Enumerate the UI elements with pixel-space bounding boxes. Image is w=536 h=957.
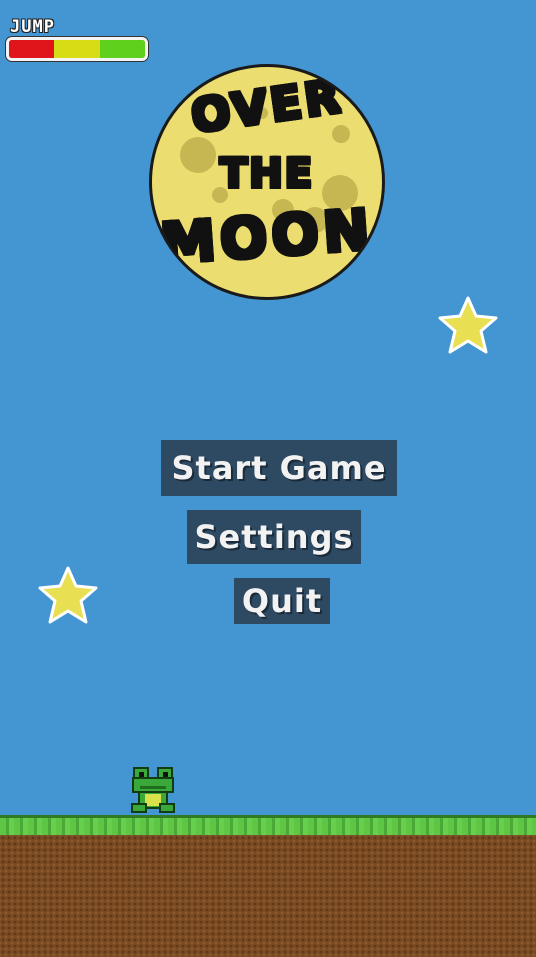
settings-button[interactable]: Settings	[187, 510, 361, 564]
title-word-the: THE	[152, 151, 382, 197]
game-logo-moon: OVER THE MOON	[149, 64, 385, 300]
frog-icon	[131, 767, 175, 813]
jump-meter-segment-green	[99, 40, 145, 58]
jump-meter	[6, 37, 148, 61]
title-word-moon: MOON	[152, 197, 382, 278]
ground-dirt	[0, 835, 536, 957]
quit-button[interactable]: Quit	[234, 578, 330, 624]
ground-grass	[0, 815, 536, 835]
moon-crater	[332, 125, 350, 143]
start-game-button[interactable]: Start Game	[161, 440, 397, 496]
jump-meter-segment-red	[9, 40, 55, 58]
jump-label: JUMP	[10, 17, 55, 37]
jump-meter-segment-yellow	[54, 40, 100, 58]
star-icon	[438, 296, 498, 354]
star-icon	[38, 566, 98, 624]
